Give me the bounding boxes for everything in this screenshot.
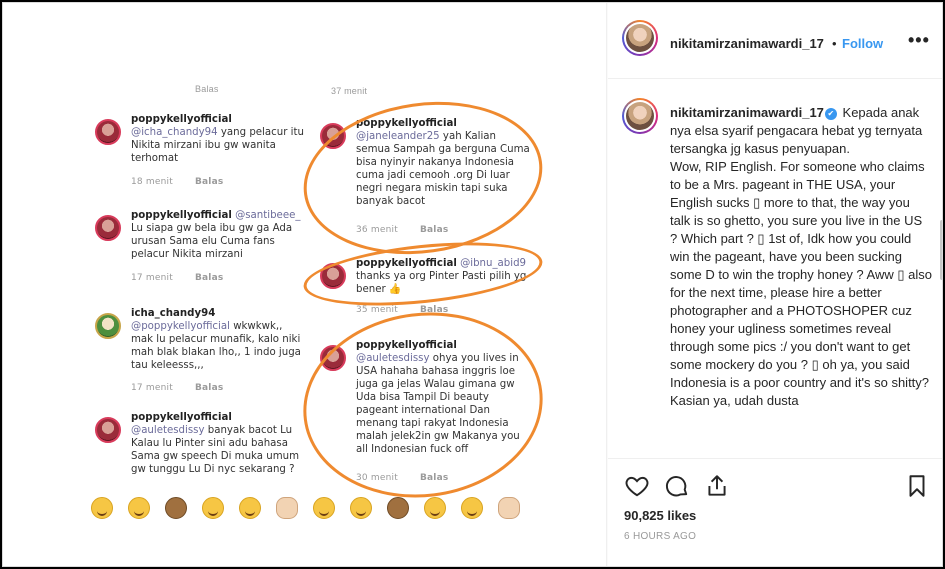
comment-meta: 18 menit Balas [131, 177, 224, 187]
tears-of-joy-emoji [313, 497, 335, 519]
comment-mention: @auletesdissy [131, 425, 205, 436]
avatar [95, 119, 121, 145]
comment-meta: 17 menit Balas [131, 383, 224, 393]
emoji-row-left [91, 497, 298, 527]
comment-text: Lu siapa gw bela ibu gw ga Ada urusan Sa… [131, 223, 293, 260]
verified-badge-icon: ✔ [824, 108, 837, 120]
post-image[interactable]: 37 menit Balas poppykellyofficial @icha_c… [3, 3, 607, 566]
halo-emoji [461, 497, 483, 519]
comment-mention: @poppykellyofficial [131, 321, 230, 332]
actions-bar: 90,825 likes 6 HOURS AGO [608, 458, 942, 566]
comment-mention: @santibeee_ [235, 210, 301, 221]
crying-emoji [424, 497, 446, 519]
comment-user: poppykellyofficial [131, 210, 232, 221]
avatar[interactable] [622, 20, 658, 56]
avatar [95, 417, 121, 443]
share-icon[interactable] [704, 473, 730, 499]
grin-emoji [350, 497, 372, 519]
highlight-oval [292, 299, 554, 511]
tears-of-joy-emoji [91, 497, 113, 519]
more-options-icon[interactable]: ••• [908, 30, 930, 51]
avatar[interactable] [622, 98, 658, 134]
highlight-oval [293, 87, 553, 269]
header-username[interactable]: nikitamirzanimawardi_17 [670, 36, 824, 51]
comment-user: poppykellyofficial [131, 412, 232, 423]
halo-emoji [239, 497, 261, 519]
comment-meta: 17 menit Balas [131, 273, 224, 283]
caption-username[interactable]: nikitamirzanimawardi_17 [670, 105, 824, 120]
grin-emoji [128, 497, 150, 519]
caption-text-2: Wow, RIP English. For someone who claims… [670, 159, 932, 408]
comment-icon[interactable] [664, 473, 690, 499]
avatar [95, 215, 121, 241]
likes-count[interactable]: 90,825 likes [624, 508, 696, 523]
separator-dot: • [832, 36, 837, 51]
timestamp[interactable]: 6 HOURS AGO [624, 531, 696, 542]
comment-user: poppykellyofficial [131, 114, 232, 125]
post-header: nikitamirzanimawardi_17 • Follow ••• [608, 3, 942, 79]
highlight-oval [300, 232, 546, 316]
heart-icon[interactable] [624, 473, 650, 499]
clapping-hands-emoji [276, 497, 298, 519]
comment-user: icha_chandy94 [131, 308, 216, 319]
comment-screenshot: 37 menit Balas poppykellyofficial @icha_c… [85, 84, 554, 531]
scrollbar[interactable] [940, 220, 942, 280]
top-reply: Balas [195, 84, 219, 94]
crying-emoji [202, 497, 224, 519]
follow-button[interactable]: Follow [842, 36, 883, 51]
see-no-evil-monkey-emoji [165, 497, 187, 519]
post-dialog: 37 menit Balas poppykellyofficial @icha_c… [2, 2, 943, 567]
clapping-hands-emoji [498, 497, 520, 519]
comment-mention: @icha_chandy94 [131, 127, 218, 138]
top-meta: 37 menit [331, 86, 368, 96]
bookmark-icon[interactable] [904, 473, 930, 499]
avatar [95, 313, 121, 339]
emoji-row-right [313, 497, 520, 527]
see-no-evil-monkey-emoji [387, 497, 409, 519]
post-side-panel: nikitamirzanimawardi_17 • Follow ••• nik… [608, 3, 942, 566]
caption: nikitamirzanimawardi_17 ✔ Kepada anak nya… [670, 104, 932, 410]
caption-scroll-area[interactable]: nikitamirzanimawardi_17 ✔ Kepada anak nya… [608, 80, 942, 458]
